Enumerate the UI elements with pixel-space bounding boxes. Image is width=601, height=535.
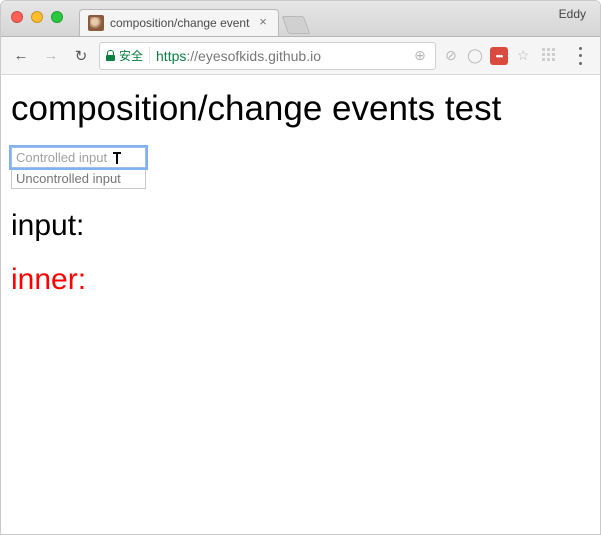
omnibox[interactable]: 安全 https://eyesofkids.github.io ⊕ (99, 42, 436, 70)
page-content: composition/change events test Controlle… (1, 75, 600, 534)
reload-button[interactable]: ↻ (69, 44, 93, 68)
url-text: https://eyesofkids.github.io (156, 48, 405, 64)
profile-name[interactable]: Eddy (559, 7, 586, 21)
url-rest: ://eyesofkids.github.io (186, 48, 321, 64)
text-caret-icon (113, 152, 121, 164)
bookmark-star-icon[interactable]: ☆ (514, 47, 532, 64)
browser-tab[interactable]: composition/change events te × (79, 9, 279, 36)
secure-label: 安全 (119, 47, 143, 64)
lock-icon (106, 50, 115, 61)
input-readout: input: (11, 209, 590, 243)
apps-icon[interactable] (538, 44, 562, 68)
toolbar: ← → ↻ 安全 https://eyesofkids.github.io ⊕ … (1, 37, 600, 75)
new-tab-button[interactable] (282, 16, 311, 34)
controlled-input[interactable]: Controlled input (11, 147, 146, 168)
zoom-icon[interactable]: ⊕ (411, 47, 429, 64)
tabstrip: composition/change events te × (79, 1, 307, 36)
inner-readout: inner: (11, 263, 590, 297)
inputs-group: Controlled input (11, 147, 146, 189)
controlled-placeholder: Controlled input (16, 150, 107, 165)
page-title: composition/change events test (11, 89, 590, 129)
maximize-window-button[interactable] (51, 11, 63, 23)
uncontrolled-input[interactable] (11, 168, 146, 189)
inner-readout-label: inner: (11, 263, 86, 296)
input-readout-label: input: (11, 209, 84, 242)
close-tab-button[interactable]: × (256, 16, 270, 30)
favicon-icon (88, 15, 104, 31)
titlebar: composition/change events te × Eddy (1, 1, 600, 37)
minimize-window-button[interactable] (31, 11, 43, 23)
noscript-icon[interactable]: ⊘ (442, 47, 460, 64)
back-button[interactable]: ← (9, 44, 33, 68)
profile-icon[interactable]: ◯ (466, 47, 484, 64)
window-controls (11, 11, 63, 23)
secure-badge: 安全 (106, 47, 150, 64)
extension-badge[interactable]: ••• (490, 47, 508, 65)
browser-window: composition/change events te × Eddy ← → … (0, 0, 601, 535)
menu-button[interactable] (568, 44, 592, 68)
tab-title: composition/change events te (110, 16, 250, 30)
close-window-button[interactable] (11, 11, 23, 23)
forward-button[interactable]: → (39, 44, 63, 68)
url-scheme: https (156, 48, 186, 64)
